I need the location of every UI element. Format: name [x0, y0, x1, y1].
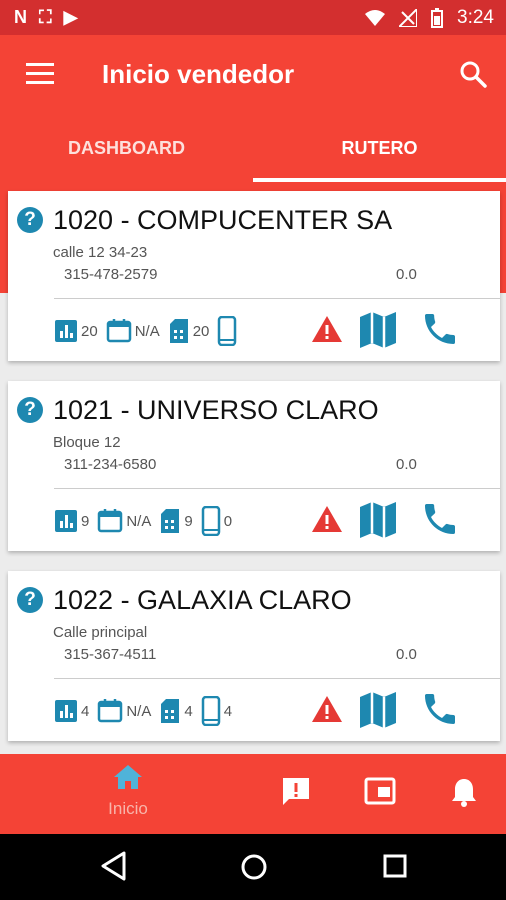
map-icon[interactable]	[358, 689, 398, 729]
customer-stats: 4 N/A 4 4	[54, 691, 240, 731]
smartphone-icon	[218, 316, 237, 346]
customer-name: 1020 - COMPUCENTER SA	[53, 205, 393, 235]
customer-name: 1022 - GALAXIA CLARO	[53, 585, 352, 615]
home-circle-icon[interactable]	[240, 853, 268, 881]
stat-date: N/A	[97, 698, 151, 724]
phone-call-icon[interactable]	[420, 499, 460, 539]
divider	[54, 298, 500, 299]
picture-in-picture-icon[interactable]	[364, 776, 396, 806]
app-bar: Inicio vendedor	[0, 35, 506, 115]
stat-sim-value: 4	[184, 702, 193, 720]
sim-card-icon	[161, 509, 180, 533]
help-icon[interactable]: ?	[17, 587, 43, 613]
calendar-icon	[98, 509, 123, 533]
stat-sim-value: 20	[192, 322, 210, 340]
stat-chart: 4	[54, 699, 89, 723]
notification-play-icon: ▶	[63, 7, 78, 27]
customer-phone: 311-234-6580	[64, 456, 157, 473]
stat-mobile	[217, 316, 240, 346]
stat-chart-value: 20	[81, 322, 98, 340]
tab-indicator	[253, 178, 506, 182]
bar-chart-icon	[55, 320, 77, 342]
stat-date-value: N/A	[134, 322, 160, 340]
stat-sim: 4	[159, 698, 193, 724]
menu-icon[interactable]	[26, 63, 54, 85]
help-icon[interactable]: ?	[17, 397, 43, 423]
customer-phone: 315-367-4511	[64, 646, 157, 663]
divider	[54, 488, 500, 489]
warning-icon[interactable]	[311, 315, 343, 343]
nav-home[interactable]: Inicio	[95, 764, 161, 819]
stat-mobile: 0	[201, 506, 232, 536]
stat-chart: 9	[54, 509, 89, 533]
stat-mobile-value: 4	[223, 702, 233, 720]
home-icon	[114, 765, 142, 789]
back-icon[interactable]	[100, 851, 126, 881]
system-navigation-bar	[0, 834, 506, 900]
stat-mobile: 4	[201, 696, 232, 726]
calendar-icon	[98, 699, 123, 723]
smartphone-icon	[201, 696, 220, 726]
phone-call-icon[interactable]	[420, 309, 460, 349]
feedback-icon[interactable]	[280, 776, 312, 808]
stat-date-value: N/A	[126, 512, 152, 530]
customer-balance: 0.0	[396, 646, 417, 663]
customer-name: 1021 - UNIVERSO CLARO	[53, 395, 379, 425]
calendar-icon	[106, 319, 131, 343]
bar-chart-icon	[55, 700, 77, 722]
warning-icon[interactable]	[311, 695, 343, 723]
customer-stats: 9 N/A 9 0	[54, 501, 240, 541]
stat-date: N/A	[97, 508, 151, 534]
customer-address: calle 12 34-23	[53, 244, 148, 261]
tab-bar: DASHBOARD RUTERO	[0, 115, 506, 183]
search-icon[interactable]	[458, 59, 488, 89]
bar-chart-icon	[55, 510, 77, 532]
bottom-navigation: Inicio	[0, 754, 506, 834]
battery-icon	[431, 8, 444, 28]
customer-balance: 0.0	[396, 456, 417, 473]
map-icon[interactable]	[358, 309, 398, 349]
stat-chart-value: 4	[81, 702, 90, 720]
tab-rutero[interactable]: RUTERO	[253, 115, 506, 183]
sim-card-icon	[161, 699, 180, 723]
stat-sim: 20	[168, 318, 210, 344]
sim-card-icon	[169, 319, 188, 343]
customer-phone: 315-478-2579	[64, 266, 158, 283]
smartphone-icon	[201, 506, 220, 536]
status-bar: N ⛶ ▶ 3:24	[0, 0, 506, 35]
warning-icon[interactable]	[311, 505, 343, 533]
clock: 3:24	[457, 7, 494, 28]
page-title: Inicio vendedor	[102, 59, 295, 89]
notifications-bell-icon[interactable]	[450, 776, 478, 808]
customer-card[interactable]: ? 1022 - GALAXIA CLARO Calle principal 3…	[8, 571, 500, 741]
stat-sim: 9	[159, 508, 193, 534]
map-icon[interactable]	[358, 499, 398, 539]
stat-date-value: N/A	[126, 702, 152, 720]
stat-chart: 20	[54, 319, 98, 343]
signal-icon	[399, 9, 418, 27]
customer-stats: 20 N/A 20	[54, 311, 248, 351]
notification-satellite-icon: ⛶	[39, 7, 52, 27]
tab-dashboard[interactable]: DASHBOARD	[0, 115, 253, 183]
stat-chart-value: 9	[81, 512, 90, 530]
help-icon[interactable]: ?	[17, 207, 43, 233]
notification-n-icon: N	[14, 7, 27, 27]
divider	[54, 678, 500, 679]
phone-call-icon[interactable]	[420, 689, 460, 729]
nav-home-label: Inicio	[108, 799, 148, 818]
customer-card[interactable]: ? 1020 - COMPUCENTER SA calle 12 34-23 3…	[8, 191, 500, 361]
customer-address: Bloque 12	[53, 434, 121, 451]
recent-apps-icon[interactable]	[383, 854, 407, 878]
notification-icons: N ⛶ ▶	[14, 7, 77, 28]
wifi-icon	[365, 10, 386, 26]
customer-card[interactable]: ? 1021 - UNIVERSO CLARO Bloque 12 311-23…	[8, 381, 500, 551]
customer-address: Calle principal	[53, 624, 148, 641]
customer-balance: 0.0	[396, 266, 417, 283]
stat-mobile-value: 0	[223, 512, 233, 530]
stat-sim-value: 9	[184, 512, 193, 530]
stat-date: N/A	[106, 318, 160, 344]
